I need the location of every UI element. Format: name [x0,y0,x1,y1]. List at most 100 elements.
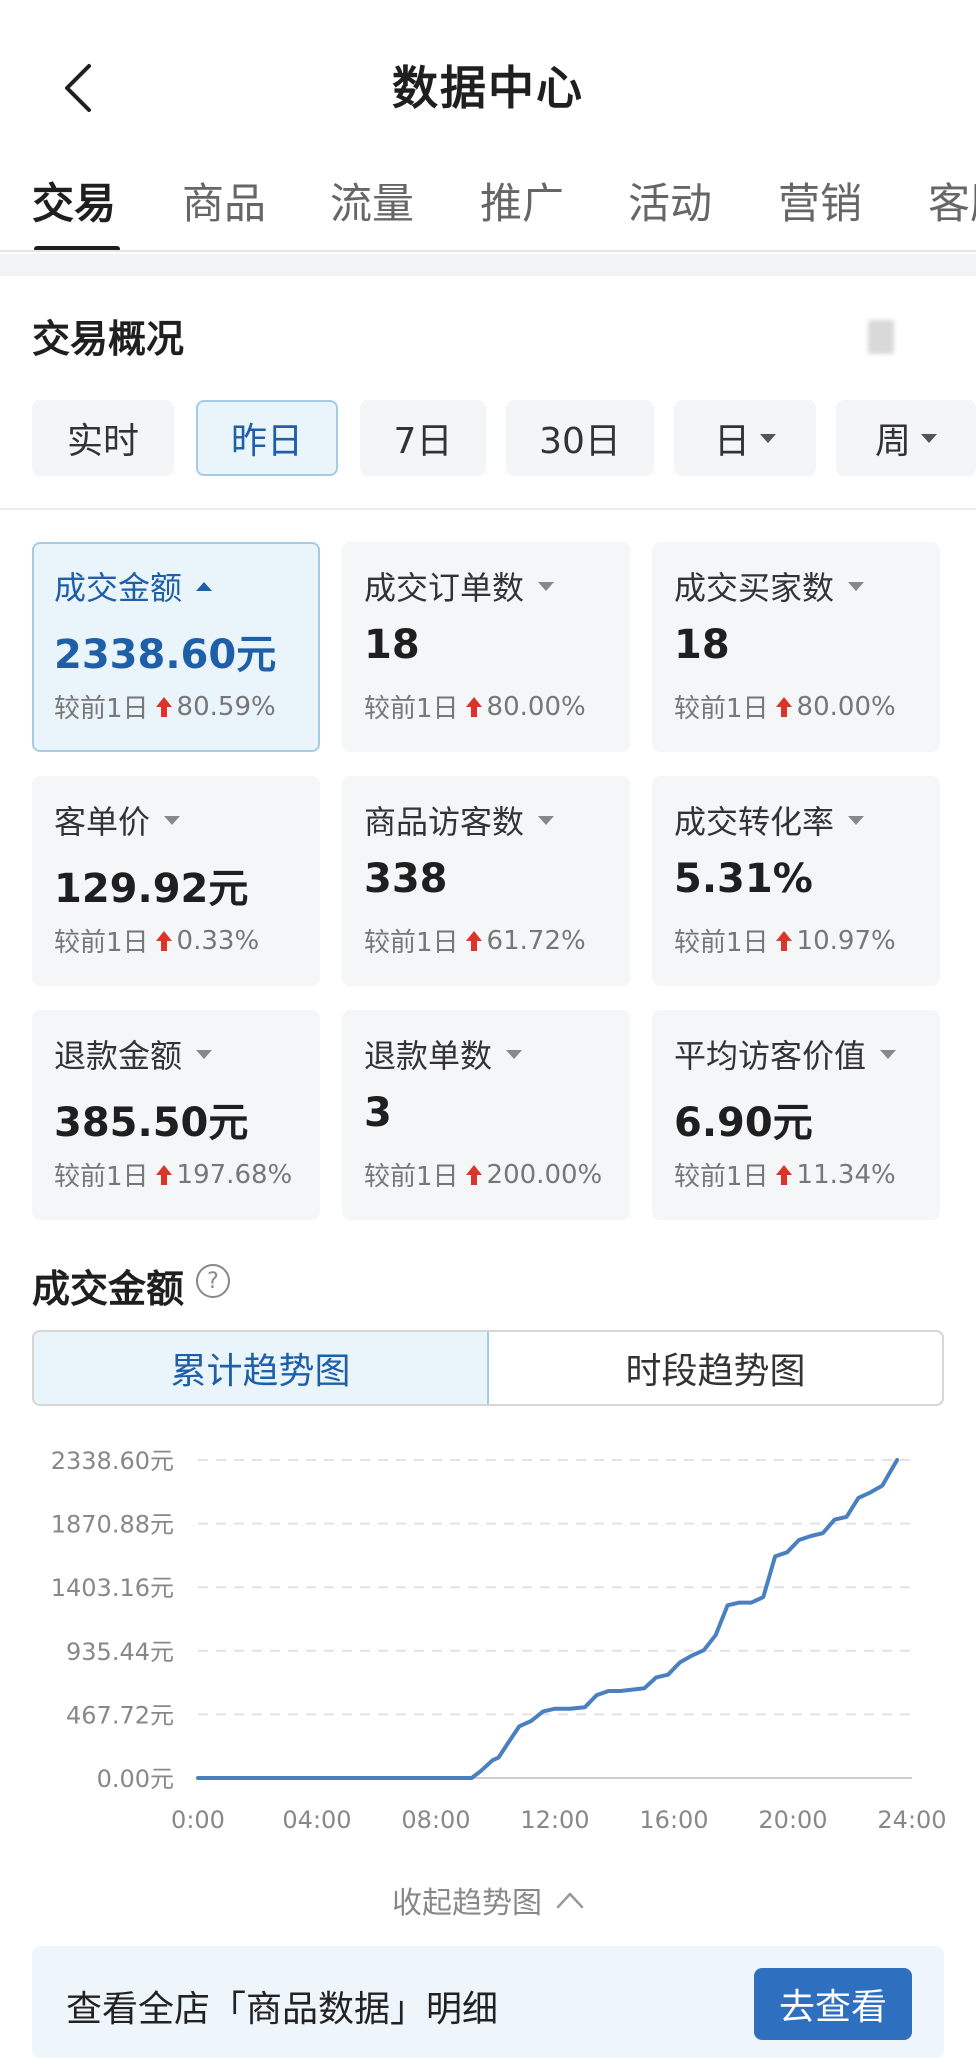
tab-goods[interactable]: 商品 [182,170,266,231]
metric-label: 成交转化率 [674,803,835,841]
metric-card[interactable]: 商品访客数 338 较前1日 61.72% [342,776,630,986]
metric-value: 5.31% [674,856,813,902]
header: 数据中心 [0,0,976,160]
metric-value: 385.50元 [54,1100,249,1146]
caret-down-icon [880,1049,897,1059]
caret-down-icon [538,815,555,825]
toggle-cumulative[interactable]: 累计趋势图 [34,1332,489,1404]
page-title: 数据中心 [392,61,584,115]
metric-compare: 较前1日 11.34% [674,1156,940,1193]
overview-title: 交易概况 [32,317,185,361]
tab-trade[interactable]: 交易 [32,170,116,231]
compare-change: 80.00% [796,691,896,722]
y-tick-label: 0.00元 [97,1765,174,1793]
toggle-hourly[interactable]: 时段趋势图 [489,1332,942,1404]
x-tick-label: 0:00 [171,1806,225,1834]
y-tick-label: 2338.60元 [51,1447,174,1475]
help-icon[interactable]: ? [196,1264,230,1298]
caret-down-icon [164,815,181,825]
compare-change: 11.34% [796,1159,896,1190]
metric-label-row: 成交买家数 [674,564,940,608]
metric-label-row: 客单价 [54,798,320,842]
chip-day-dropdown[interactable]: 日 [674,400,816,476]
arrow-up-icon [465,1164,482,1185]
trend-chart: 2338.60元 1870.88元 1403.16元 935.44元 467.72元 0.… [51,1447,947,1834]
metric-compare: 较前1日 80.00% [364,688,630,725]
metric-label: 平均访客价值 [674,1037,867,1075]
caret-down-icon [921,433,937,443]
metric-card[interactable]: 成交买家数 18 较前1日 80.00% [652,542,940,752]
metric-card[interactable]: 成交金额 2338.60元较前1日 80.59% [32,542,320,752]
y-tick-label: 935.44元 [66,1638,174,1666]
section-separator [0,254,976,276]
caret-down-icon [848,815,865,825]
metric-card[interactable]: 成交订单数 18 较前1日 80.00% [342,542,630,752]
collapse-label: 收起趋势图 [392,1886,542,1921]
caret-down-icon [760,433,776,443]
metric-compare: 较前1日 61.72% [364,922,630,959]
arrow-up-icon [775,696,792,717]
compare-change: 10.97% [796,925,896,956]
compare-prefix: 较前1日 [364,928,459,958]
metric-label-row: 退款金额 [54,1032,320,1076]
metric-label: 成交买家数 [674,569,835,607]
metric-compare: 较前1日 10.97% [674,922,940,959]
metric-label: 成交订单数 [364,569,525,607]
period-selector: 实时 昨日 7日 30日 日 周 [32,400,976,476]
chip-label: 昨日 [230,421,303,462]
metric-value: 2338.60元 [54,632,277,678]
compare-prefix: 较前1日 [54,694,149,724]
compare-prefix: 较前1日 [674,928,769,958]
metric-label-row: 商品访客数 [364,798,630,842]
tab-marketing[interactable]: 营销 [778,170,862,231]
x-tick-label: 16:00 [639,1806,708,1834]
collapse-trend-button[interactable]: 收起趋势图 [0,1878,976,1922]
metric-card[interactable]: 成交转化率 5.31% 较前1日 10.97% [652,776,940,986]
tab-promotion[interactable]: 推广 [480,170,564,231]
metric-card[interactable]: 退款金额 385.50元 较前1日 197.68% [32,1010,320,1220]
divider [0,508,976,510]
chip-label: 30日 [539,421,621,462]
arrow-up-icon [155,696,172,717]
metric-value: 6.90元 [674,1100,813,1146]
x-tick-label: 04:00 [282,1806,351,1834]
x-tick-label: 12:00 [520,1806,589,1834]
chip-label: 日 [713,421,750,462]
metric-card[interactable]: 平均访客价值 6.90元较前1日 11.34% [652,1010,940,1220]
compare-change: 200.00% [486,1159,603,1190]
metric-value: 18 [364,622,420,668]
chip-30days[interactable]: 30日 [506,400,654,476]
compare-prefix: 较前1日 [674,1162,769,1192]
series-line [196,1458,900,1780]
metric-compare: 较前1日 80.59% [54,688,318,725]
caret-up-icon [196,581,213,591]
tab-traffic[interactable]: 流量 [330,170,414,231]
compare-prefix: 较前1日 [54,1162,149,1192]
metric-compare: 较前1日 80.00% [674,688,940,725]
tab-active-indicator [34,246,120,250]
banner-text: 查看全店「商品数据」明细 [66,1989,499,2030]
arrow-up-icon [465,696,482,717]
y-tick-label: 1403.16元 [51,1574,174,1602]
metric-card[interactable]: 客单价 129.92元 较前1日 0.33% [32,776,320,986]
chip-realtime[interactable]: 实时 [32,400,174,476]
chip-label: 实时 [66,421,139,462]
compare-prefix: 较前1日 [674,694,769,724]
compare-prefix: 较前1日 [54,928,149,958]
metric-card[interactable]: 退款单数 3 较前1日 200.00% [342,1010,630,1220]
tab-customer-service[interactable]: 客服 [928,170,976,231]
y-tick-label: 1870.88元 [51,1511,174,1539]
goods-data-banner: 查看全店「商品数据」明细 去查看 [32,1946,944,2058]
metric-label-row: 成交金额 [54,564,318,608]
view-button[interactable]: 去查看 [754,1968,912,2040]
chip-7days[interactable]: 7日 [360,400,486,476]
tab-activity[interactable]: 活动 [628,170,712,231]
x-tick-label: 08:00 [401,1806,470,1834]
metric-label-row: 成交订单数 [364,564,630,608]
chip-yesterday[interactable]: 昨日 [196,400,338,476]
chip-week-dropdown[interactable]: 周 [836,400,976,476]
arrow-up-icon [155,1164,172,1185]
arrow-up-icon [775,1164,792,1185]
metric-label: 成交金额 [54,569,183,607]
metric-value: 18 [674,622,730,668]
